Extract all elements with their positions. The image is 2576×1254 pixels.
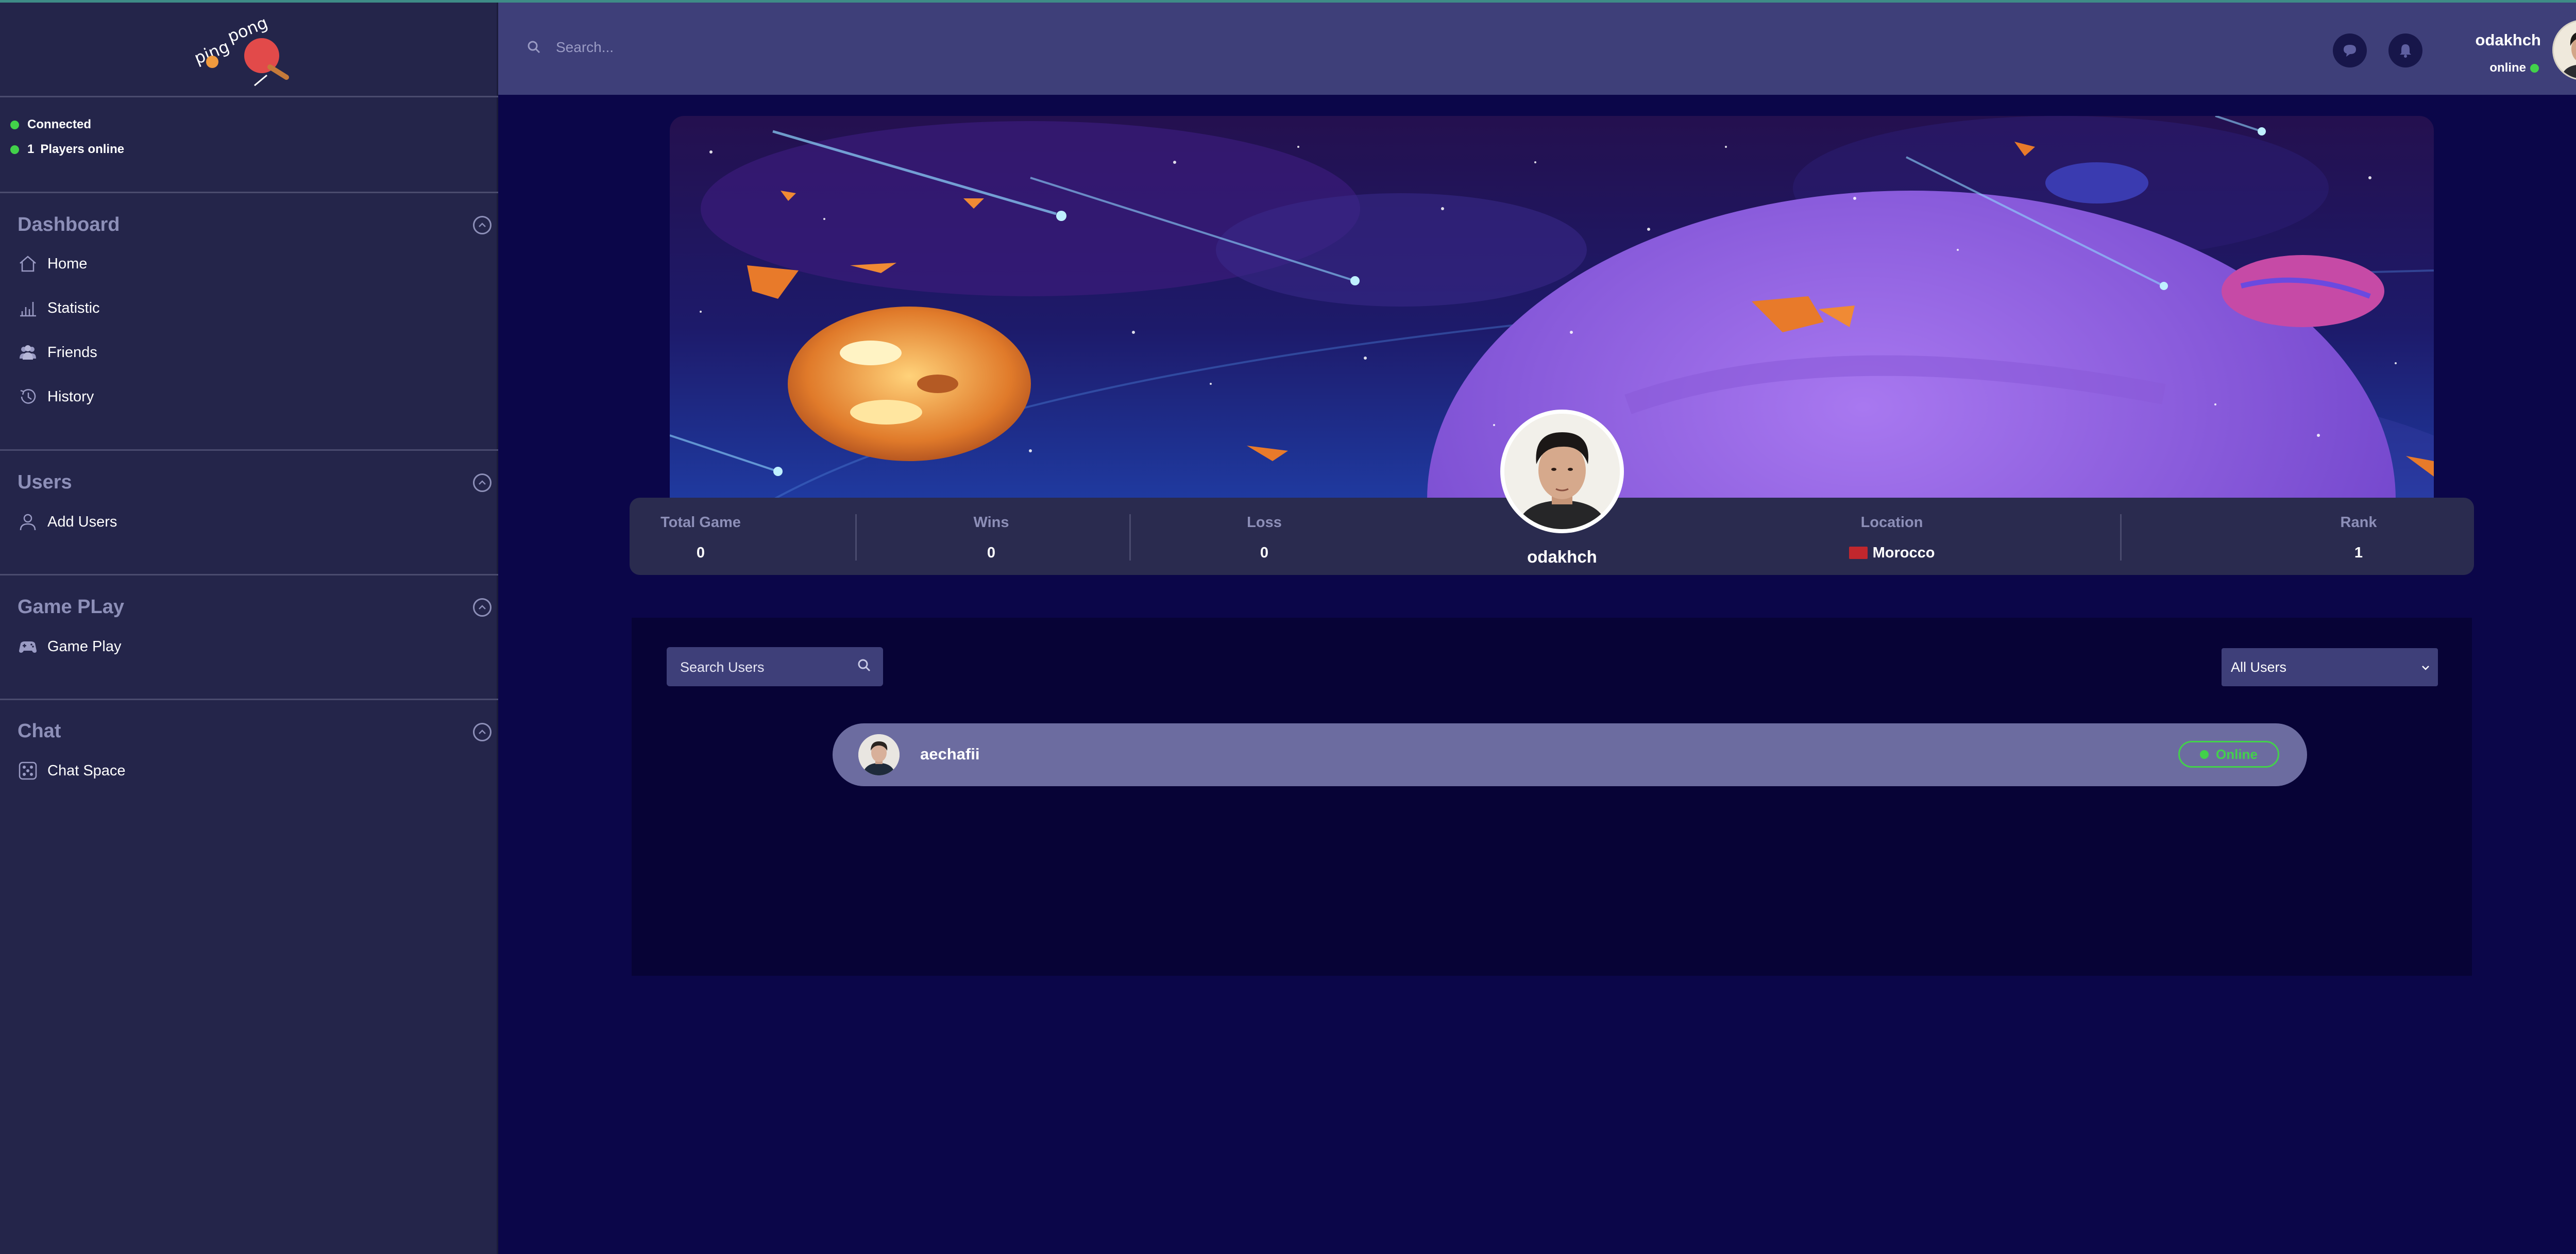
stat-value: 0	[987, 545, 996, 561]
divider	[0, 192, 498, 193]
stat-label: Loss	[1247, 514, 1282, 531]
chevron-up-icon	[479, 730, 486, 734]
stat-value: 1	[2354, 545, 2363, 561]
collapse-dashboard-button[interactable]	[473, 216, 492, 234]
collapse-game-play-button[interactable]	[473, 598, 492, 617]
section-title-game-play: Game PLay	[18, 596, 124, 618]
collapse-users-button[interactable]	[473, 473, 492, 492]
sidebar-item-label: Chat Space	[47, 762, 126, 779]
section-title-chat: Chat	[18, 720, 61, 742]
sidebar-item-label: Statistic	[47, 299, 100, 316]
stat-location: Location Morocco	[1830, 514, 1954, 562]
chevron-up-icon	[479, 480, 486, 485]
connection-status: Connected	[10, 117, 91, 132]
sidebar-item-label: Game Play	[47, 638, 122, 655]
sidebar-item-label: History	[47, 388, 94, 405]
stat-wins: Wins 0	[945, 514, 1038, 562]
user-filter-select[interactable]: All Users	[2222, 648, 2438, 686]
profile-avatar[interactable]	[1500, 410, 1624, 533]
sidebar-item-home[interactable]: Home	[18, 253, 87, 274]
user-search-input[interactable]	[679, 656, 846, 678]
section-title-dashboard: Dashboard	[18, 214, 120, 235]
sidebar: ping pong Connected 1 Players online Das…	[0, 0, 498, 1254]
user-avatar	[858, 734, 900, 775]
history-icon	[20, 389, 36, 404]
avatar-portrait-image	[2554, 21, 2576, 79]
stat-rank: Rank 1	[2312, 514, 2405, 562]
chevron-up-icon	[479, 605, 486, 609]
divider	[2120, 514, 2122, 561]
user-search-box	[667, 647, 883, 686]
divider	[0, 574, 498, 575]
header-username: odakhch	[2475, 31, 2541, 49]
gamepad-icon	[19, 641, 37, 653]
friends-icon	[20, 345, 36, 360]
sidebar-item-statistic[interactable]: Statistic	[18, 298, 100, 318]
online-dot-icon	[2530, 63, 2539, 73]
players-online: 1 Players online	[10, 142, 124, 157]
top-accent-line	[0, 0, 2576, 3]
location-name: Morocco	[1872, 545, 1935, 561]
players-online-label: Players online	[40, 142, 125, 156]
bell-icon	[2400, 44, 2411, 58]
divider	[1129, 514, 1131, 561]
divider	[855, 514, 857, 561]
sidebar-item-game-play[interactable]: Game Play	[18, 636, 121, 657]
players-online-count: 1	[27, 142, 35, 156]
avatar-portrait-image	[858, 734, 900, 775]
user-list-item[interactable]: aechafii Online	[833, 723, 2307, 786]
sidebar-item-label: Home	[47, 255, 88, 272]
collapse-chat-button[interactable]	[473, 723, 492, 741]
status-badge: Online	[2178, 741, 2279, 768]
logo-area: ping pong	[0, 0, 498, 97]
online-dot-icon	[2200, 750, 2209, 759]
sidebar-item-chat-space[interactable]: Chat Space	[18, 760, 126, 781]
section-title-users: Users	[18, 471, 72, 493]
connected-dot-icon	[10, 120, 19, 129]
users-panel: All Users aechafii Online	[632, 618, 2472, 976]
stat-value-location: Morocco	[1830, 545, 1954, 562]
ping-pong-logo[interactable]: ping pong	[190, 4, 303, 87]
user-icon	[20, 514, 36, 531]
divider	[0, 699, 498, 700]
connection-status-text: Connected	[27, 117, 92, 131]
avatar-portrait-image	[1504, 414, 1620, 529]
sidebar-item-label: Add Users	[47, 513, 117, 530]
top-header: odakhch online	[498, 0, 2576, 95]
profile-username: odakhch	[1527, 547, 1597, 566]
morocco-flag-icon	[1849, 547, 1868, 559]
header-status-text: online	[2489, 61, 2526, 75]
chat-bubble-icon	[2344, 45, 2356, 57]
stat-label: Rank	[2340, 514, 2377, 531]
home-icon	[20, 256, 36, 272]
header-avatar[interactable]	[2552, 20, 2576, 80]
search-icon[interactable]	[857, 658, 871, 672]
stat-total-game: Total Game 0	[654, 514, 747, 562]
stat-value: 0	[1260, 545, 1269, 561]
status-badge-text: Online	[2216, 746, 2258, 762]
chevron-up-icon	[479, 223, 486, 227]
global-search-input[interactable]	[555, 36, 1021, 59]
messages-button[interactable]	[2333, 33, 2367, 67]
sidebar-item-label: Friends	[47, 344, 97, 361]
sidebar-item-history[interactable]: History	[18, 386, 94, 407]
filter-selected-value: All Users	[2231, 659, 2287, 675]
search-icon	[528, 41, 540, 54]
divider	[0, 449, 498, 451]
stat-label: Total Game	[660, 514, 741, 531]
chat-space-icon	[19, 761, 37, 780]
chart-icon	[20, 302, 36, 317]
sidebar-item-add-users[interactable]: Add Users	[18, 512, 117, 532]
stat-loss: Loss 0	[1218, 514, 1311, 562]
online-dot-icon	[10, 145, 19, 154]
notifications-button[interactable]	[2388, 33, 2422, 67]
stat-value: 0	[696, 545, 705, 561]
user-name: aechafii	[920, 745, 980, 763]
stat-label: Wins	[973, 514, 1009, 531]
chevron-down-icon	[2422, 666, 2429, 670]
header-user-status: online	[2489, 61, 2539, 75]
sidebar-item-friends[interactable]: Friends	[18, 342, 97, 363]
stat-label: Location	[1860, 514, 1923, 531]
